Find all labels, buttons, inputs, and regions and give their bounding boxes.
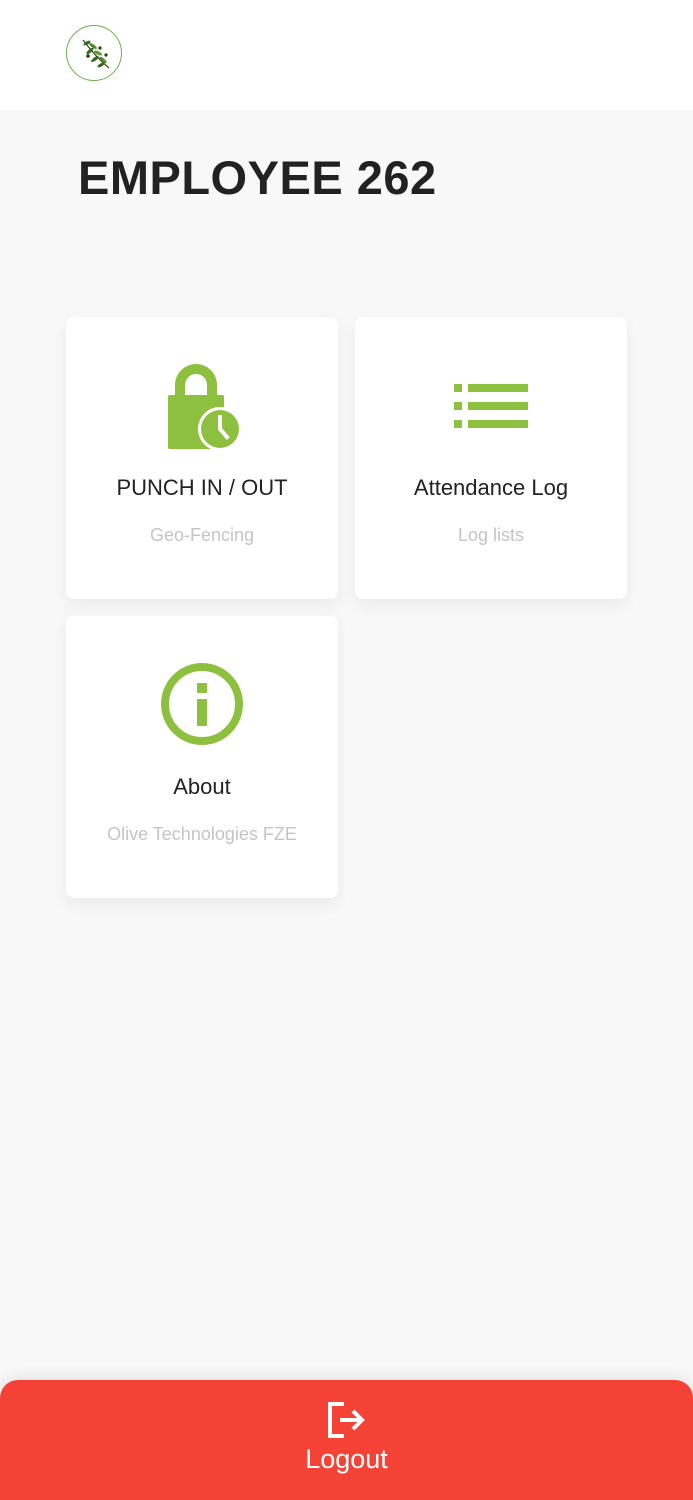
page-title: EMPLOYEE 262 <box>78 151 437 204</box>
logout-icon <box>326 1400 368 1445</box>
card-title: Attendance Log <box>413 475 569 500</box>
olive-branch-logo <box>66 25 122 81</box>
attendance-log-card[interactable]: Attendance Log Log lists <box>355 317 627 599</box>
card-subtitle: Olive Technologies FZE <box>107 824 297 844</box>
logout-label: Logout <box>305 1444 388 1474</box>
card-title: PUNCH IN / OUT <box>116 475 288 500</box>
card-title: About <box>173 774 231 799</box>
card-subtitle: Geo-Fencing <box>149 525 255 545</box>
info-icon <box>160 662 244 751</box>
card-subtitle: Log lists <box>457 525 525 545</box>
punch-in-out-card[interactable]: PUNCH IN / OUT Geo-Fencing <box>66 317 338 599</box>
lock-clock-icon <box>162 359 242 456</box>
about-card[interactable]: About Olive Technologies FZE <box>66 616 338 898</box>
list-icon <box>454 384 528 433</box>
top-app-bar <box>0 0 693 110</box>
logout-button[interactable]: Logout <box>0 1380 693 1500</box>
